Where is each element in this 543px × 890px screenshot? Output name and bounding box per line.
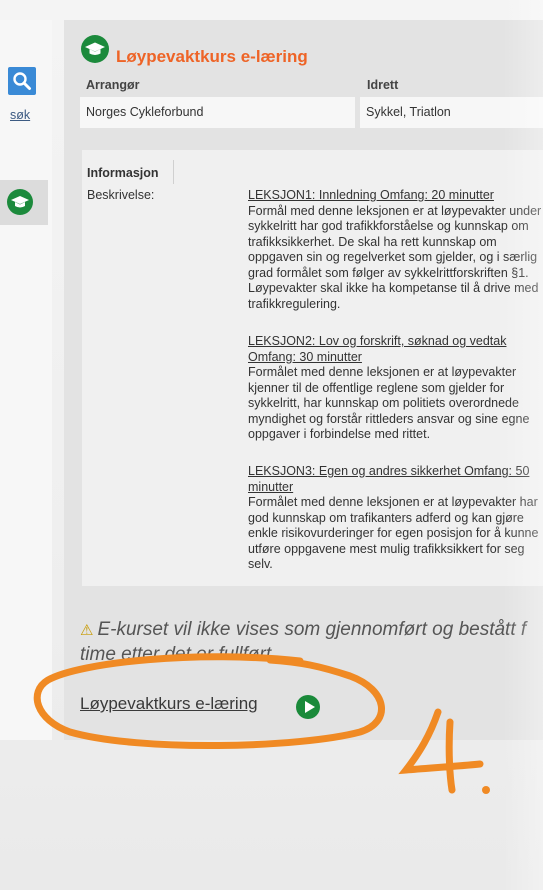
search-button[interactable]	[8, 67, 36, 95]
lesson-text: trafikksikkerhet. De skal ha rett kunnsk…	[248, 234, 497, 249]
lesson-text: kjenner til de offentlige reglene som gj…	[248, 380, 505, 395]
sidebar	[0, 20, 52, 740]
lesson-1: LEKSJON1: Innledning Omfang: 20 minutter…	[248, 188, 543, 312]
lesson-text: enkle risikovurderinger for egen posisjo…	[248, 526, 539, 540]
lesson-text: grad formålet som følger av sykkelrittfo…	[248, 265, 529, 280]
description-label: Beskrivelse:	[87, 188, 155, 202]
lesson-heading: LEKSJON1: Innledning Omfang: 20 minutter	[248, 188, 494, 202]
lesson-text: trafikkregulering.	[248, 296, 341, 311]
information-heading: Informasjon	[87, 166, 159, 180]
lesson-2: LEKSJON2: Lov og forskrift, søknad og ve…	[248, 334, 543, 443]
completion-warning: ⚠ E-kurset vil ikke vises som gjennomført…	[80, 618, 526, 667]
play-icon[interactable]	[296, 695, 320, 719]
lesson-text: oppgaven sin og regelverket som gjelder,…	[248, 250, 538, 264]
lesson-text: Formålet med denne leksjonen er at løype…	[248, 365, 517, 379]
lesson-text: Formål med denne leksjonen er at løypeva…	[248, 203, 542, 218]
search-link[interactable]: søk	[10, 108, 30, 122]
lesson-text: selv.	[248, 557, 273, 571]
sidebar-course-tile[interactable]	[0, 180, 48, 225]
organizer-value: Norges Cykleforbund	[80, 97, 355, 128]
lesson-text: oppgaver i forbindelse med rittet.	[248, 427, 431, 441]
lesson-heading: minutter	[248, 479, 294, 494]
lesson-text: sykkelritt, har kunnskap om politiets ov…	[248, 396, 519, 410]
lesson-heading: LEKSJON3: Egen og andres sikkerhet Omfan…	[248, 464, 530, 478]
magnifier-icon	[13, 72, 31, 90]
lesson-text: god kunnskap om trafikanters adferd og k…	[248, 510, 524, 525]
lesson-heading: Omfang: 30 minutter	[248, 349, 362, 364]
lesson-text: Løypevakter skal ikke ha kompetanse til …	[248, 281, 539, 295]
lesson-heading: LEKSJON2: Lov og forskrift, søknad og ve…	[248, 334, 507, 348]
warning-icon: ⚠	[80, 622, 94, 639]
lesson-3: LEKSJON3: Egen og andres sikkerhet Omfan…	[248, 464, 543, 573]
warning-text-line1: E-kurset vil ikke vises som gjennomført …	[97, 619, 527, 640]
column-header-organizer: Arrangør	[86, 78, 140, 92]
page-title: Løypevaktkurs e-læring	[116, 47, 308, 66]
course-link[interactable]: Løypevaktkurs e-læring	[80, 694, 258, 714]
lesson-text: utføre oppgavene mest mulig trafikksikke…	[248, 541, 525, 556]
warning-text-line2: time etter det er fullført	[80, 644, 272, 665]
graduation-cap-icon	[7, 189, 33, 215]
column-header-sport: Idrett	[367, 78, 399, 92]
lesson-text: myndighet og forstår rittleders ansvar o…	[248, 411, 530, 426]
lesson-text: sykkelritt har god trafikkforståelse og …	[248, 219, 529, 233]
graduation-cap-icon	[81, 35, 109, 63]
edge-shade	[503, 0, 543, 890]
lesson-text: Formålet med denne leksjonen er at løype…	[248, 495, 538, 509]
